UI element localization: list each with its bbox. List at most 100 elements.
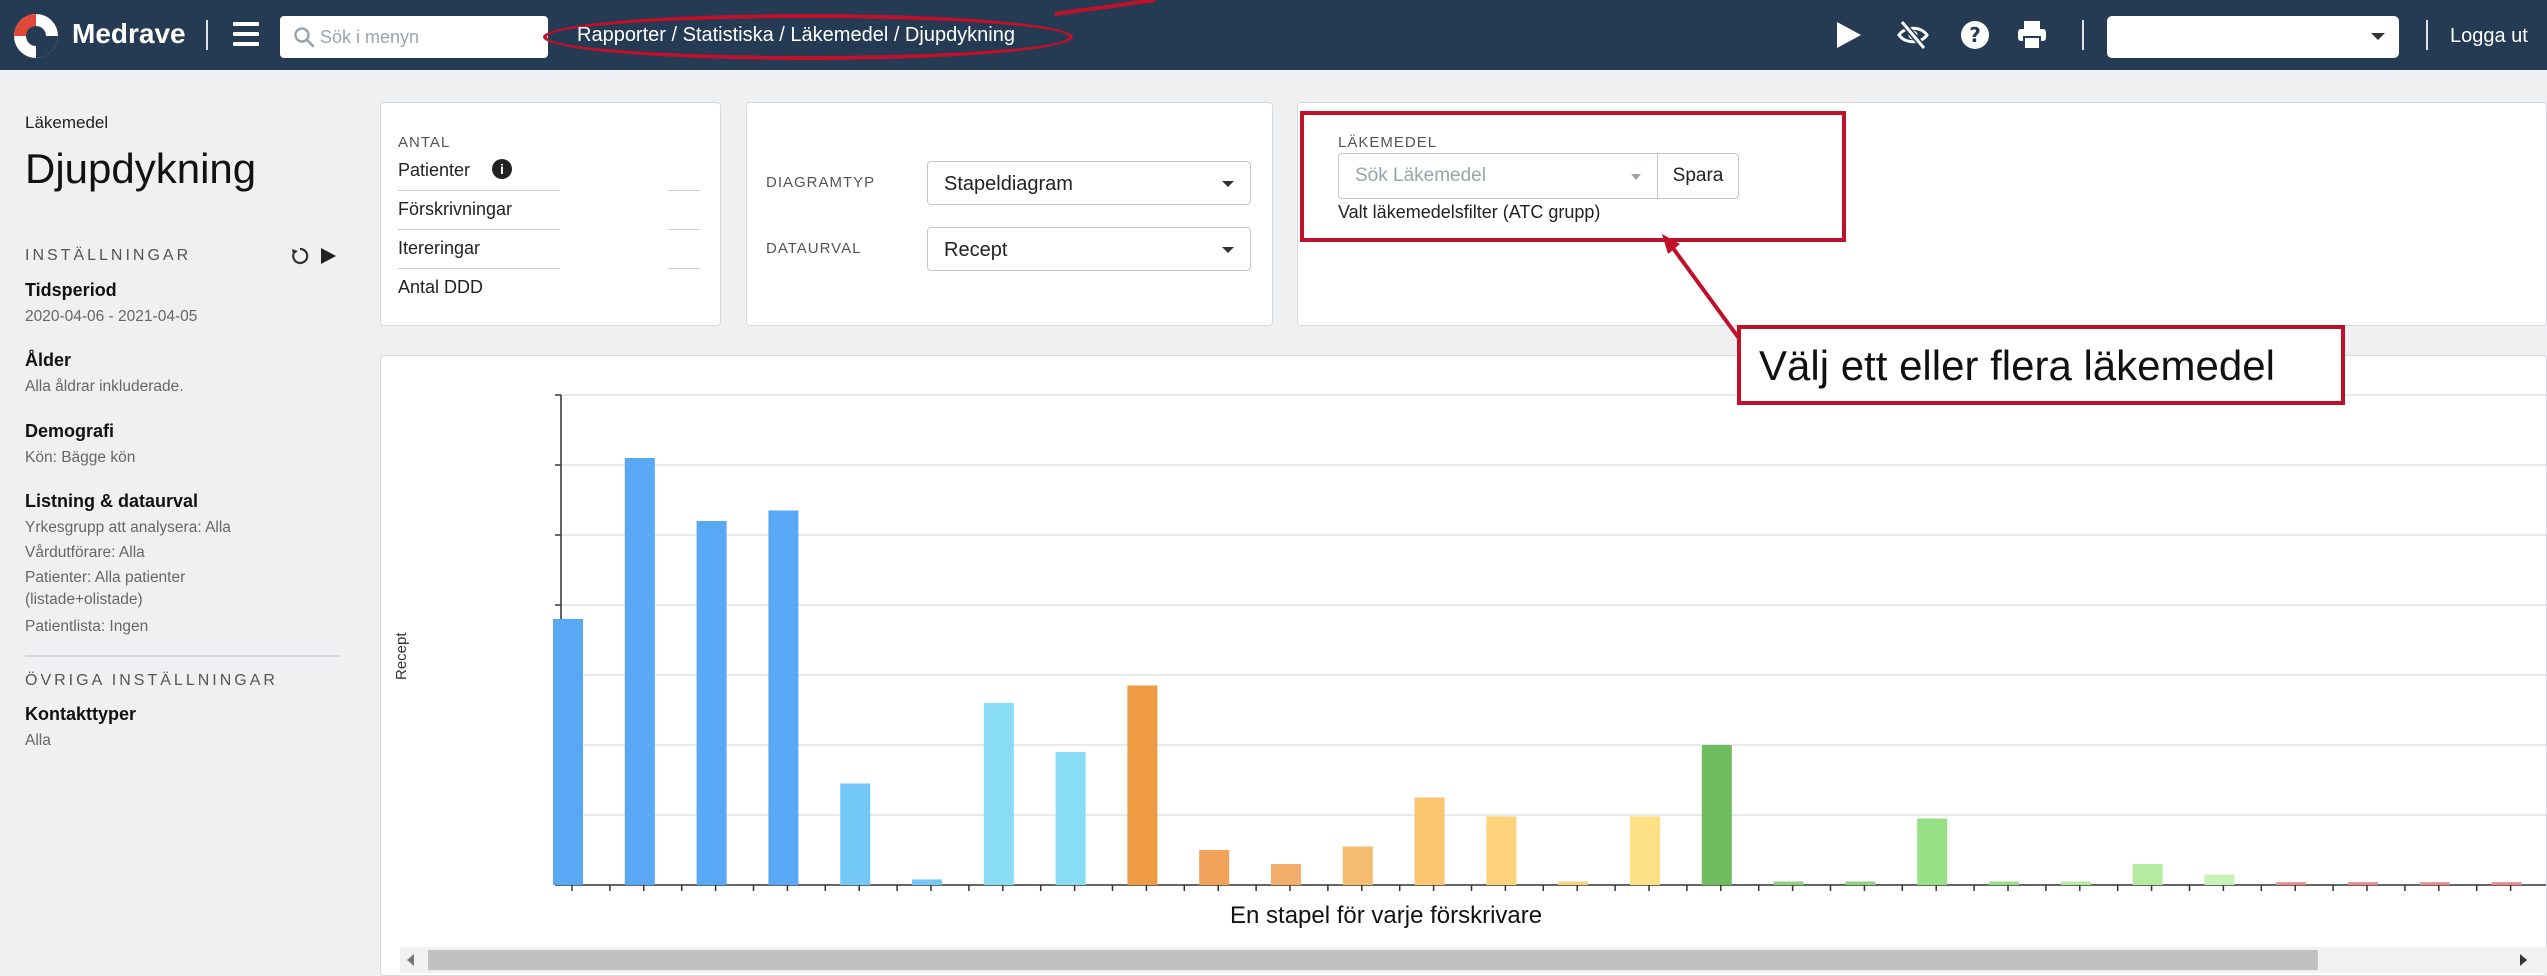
chart-bar [1055,752,1086,885]
chart-bar [2419,882,2450,885]
chevron-down-icon [2371,33,2385,40]
reset-icon[interactable] [290,246,310,266]
question-icon[interactable]: ? [1958,18,1992,52]
drug-search-select[interactable]: Sök Läkemedel [1338,153,1658,199]
diagram-type-value: Stapeldiagram [944,173,1073,195]
top-bar: Medrave Rapporter / Statistiska / Läkeme… [0,0,2547,70]
brand-name[interactable]: Medrave [72,18,186,50]
annotation-callout-text: Välj ett eller flera läkemedel [1759,342,2275,389]
divider [25,655,340,657]
eye-slash-icon[interactable] [1896,18,1930,52]
drug-search-placeholder: Sök Läkemedel [1355,165,1486,186]
age-value: Alla åldrar inkluderade. [25,378,184,395]
chart-bar [1127,685,1158,885]
chart-bar [1773,881,1804,885]
scroll-right-icon[interactable] [2520,954,2527,966]
other-settings-heading: ÖVRIGA INSTÄLLNINGAR [25,672,278,689]
count-row-patients: Patienter [398,160,471,180]
divider [206,20,208,50]
chart-bar [2060,881,2091,885]
search-input[interactable] [320,22,540,52]
chart-bar [553,619,583,885]
scroll-left-icon[interactable] [407,954,414,966]
data-selection-label: DATAURVAL [766,240,862,257]
drug-heading: LÄKEMEDEL [1338,134,1438,151]
chart-bar [2348,882,2378,885]
chart-bar [696,521,727,885]
chart-bar [1917,818,1948,885]
settings-heading: INSTÄLLNINGAR [25,247,192,264]
count-value-line [668,190,700,191]
count-row-prescriptions: Förskrivningar [398,199,513,219]
count-value-line [668,229,700,230]
chart-bar [1845,881,1876,885]
user-select[interactable] [2107,16,2399,58]
menu-search[interactable] [280,16,548,58]
chart-bar [2276,882,2307,885]
menu-icon[interactable] [233,22,259,46]
period-value: 2020-04-06 - 2021-04-05 [25,308,198,325]
chart-bar [1701,745,1732,885]
period-title: Tidsperiod [25,280,117,300]
chevron-down-icon [1222,247,1234,253]
drug-filter-text: Valt läkemedelsfilter (ATC grupp) [1338,202,1601,222]
print-icon[interactable] [2015,18,2049,52]
annotation-callout: Välj ett eller flera läkemedel [1737,325,2345,405]
divider [2426,20,2428,50]
chart-bar [1414,797,1445,885]
page-kicker: Läkemedel [25,113,109,132]
data-selection-select[interactable]: Recept [927,227,1251,271]
chart-bar [1486,816,1517,885]
chart-bar [912,879,942,885]
annotation-arrow [1054,0,1156,16]
y-axis-label: Recept [393,632,410,680]
chart-bar [2491,882,2522,885]
listing-item: (listade+olistade) [25,591,143,608]
scrollbar-thumb[interactable] [428,950,2318,970]
svg-text:?: ? [1969,23,1981,47]
save-button[interactable]: Spara [1657,153,1739,199]
chart-bar [1271,864,1301,885]
listing-title: Listning & dataurval [25,491,199,511]
listing-item: Patientlista: Ingen [25,618,149,635]
chart-bar [1630,816,1660,885]
chart-bar [2132,864,2163,885]
divider [2082,20,2084,50]
chart-bar [1199,850,1230,885]
diagram-type-label: DIAGRAMTYP [766,174,876,191]
age-title: Ålder [25,350,72,370]
run-icon[interactable] [318,246,338,266]
info-icon[interactable]: i [492,159,512,179]
demography-title: Demografi [25,421,115,441]
bar-chart [553,394,2546,891]
divider [398,229,560,230]
breadcrumb[interactable]: Rapporter / Statistiska / Läkemedel / Dj… [577,24,1015,47]
settings-sidebar: Läkemedel Djupdykning INSTÄLLNINGAR Tids… [0,70,365,976]
chart-bar [983,703,1014,885]
x-axis-label: En stapel för varje förskrivare [1230,902,1543,929]
data-selection-value: Recept [944,239,1008,261]
divider [398,268,560,269]
diagram-type-select[interactable]: Stapeldiagram [927,161,1251,205]
play-icon[interactable] [1831,18,1865,52]
chart-bar [1558,881,1589,885]
diagram-card [746,102,1273,326]
search-icon [294,27,315,48]
page-title: Djupdykning [25,145,257,192]
logout-link[interactable]: Logga ut [2450,25,2528,48]
demography-value: Kön: Bägge kön [25,449,136,466]
medrave-logo[interactable] [14,14,58,58]
count-row-iterations: Itereringar [398,238,481,258]
divider [398,190,560,191]
count-value-line [668,268,700,269]
chart-bar [2204,874,2235,885]
contact-types-value: Alla [25,732,51,749]
listing-item: Patienter: Alla patienter [25,569,186,586]
count-heading: ANTAL [398,134,451,151]
chevron-down-icon [1222,181,1234,187]
listing-item: Vårdutförare: Alla [25,544,145,561]
chart-bar [624,458,655,885]
listing-item: Yrkesgrupp att analysera: Alla [25,519,231,536]
chart-bar [840,783,871,885]
chart-bar [768,510,799,885]
